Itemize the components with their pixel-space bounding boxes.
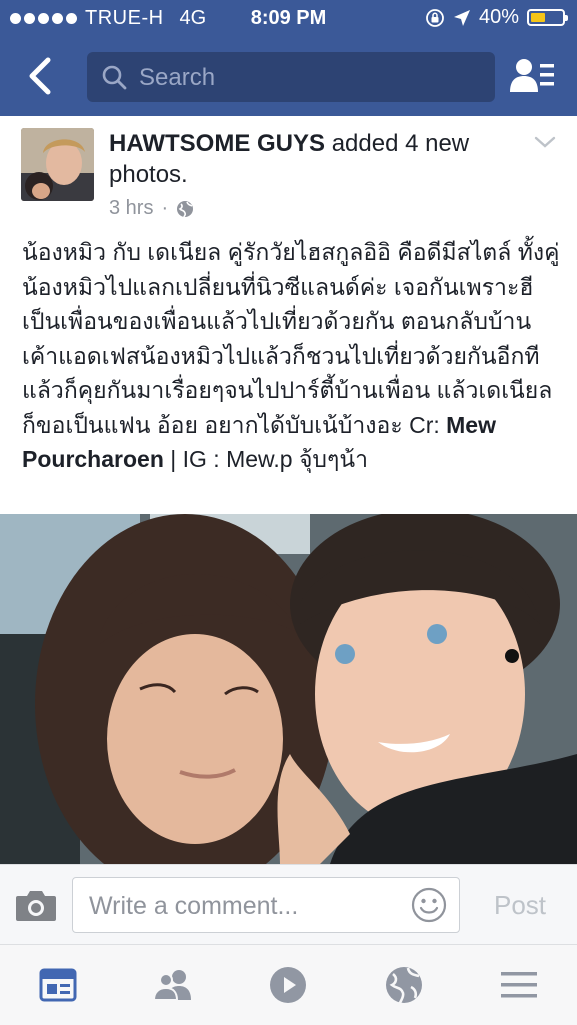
post-body-end: | IG : Mew.p จุ้บๆน้า	[163, 446, 369, 472]
camera-icon	[16, 891, 56, 921]
post-body: น้องหมิว กับ เดเนียล คู่รักวัยไฮสกูลอิอิ…	[22, 239, 560, 438]
navigation-row	[0, 44, 577, 108]
news-feed-icon	[39, 968, 77, 1002]
tab-news-feed[interactable]	[34, 963, 82, 1007]
post-meta: 3 hrs ·	[109, 197, 194, 220]
search-icon	[102, 65, 127, 90]
avatar-image	[21, 128, 94, 201]
search-box[interactable]	[87, 52, 495, 104]
comment-input[interactable]	[87, 878, 401, 934]
post-photo[interactable]	[0, 514, 577, 864]
chevron-down-icon	[534, 136, 556, 148]
search-input[interactable]	[137, 52, 481, 104]
friend-requests-icon	[510, 59, 554, 92]
menu-icon	[501, 972, 537, 998]
video-icon	[270, 967, 306, 1003]
orientation-lock-icon	[426, 8, 444, 27]
post-author-line: HAWTSOME GUYS added 4 new photos.	[109, 128, 519, 190]
status-right: 40%	[425, 6, 568, 29]
battery-percentage: 40%	[478, 6, 519, 28]
separator-dot: ·	[161, 197, 169, 219]
globe-icon	[177, 200, 194, 217]
comment-box[interactable]	[72, 877, 460, 934]
friends-icon	[152, 970, 191, 1001]
notifications-globe-icon	[386, 967, 422, 1004]
status-bar: TRUE-H 4G 8:09 PM 40%	[0, 0, 577, 38]
top-bar: TRUE-H 4G 8:09 PM 40%	[0, 0, 577, 116]
friend-requests-button[interactable]	[510, 56, 558, 98]
location-arrow-icon	[453, 9, 470, 26]
back-button[interactable]	[22, 54, 62, 98]
smiley-icon	[411, 887, 447, 923]
author-name[interactable]: HAWTSOME GUYS	[109, 130, 325, 157]
tab-friends[interactable]	[149, 963, 197, 1007]
post-comment-button[interactable]: Post	[476, 883, 564, 927]
tab-notifications[interactable]	[380, 963, 428, 1007]
camera-button[interactable]	[14, 887, 58, 928]
post-time[interactable]: 3 hrs	[109, 197, 153, 220]
tab-menu[interactable]	[495, 963, 543, 1007]
post-text: น้องหมิว กับ เดเนียล คู่รักวัยไฮสกูลอิอิ…	[22, 235, 562, 477]
chevron-left-icon	[29, 57, 51, 95]
tab-bar	[0, 944, 577, 1025]
sticker-button[interactable]	[411, 887, 447, 928]
comment-bar: Post	[0, 864, 577, 945]
tab-video[interactable]	[264, 963, 312, 1007]
photo-image	[0, 514, 577, 864]
avatar[interactable]	[21, 128, 94, 201]
post-options-button[interactable]	[533, 134, 557, 155]
battery-icon	[527, 9, 568, 26]
post-header: HAWTSOME GUYS added 4 new photos. 3 hrs …	[0, 116, 577, 228]
